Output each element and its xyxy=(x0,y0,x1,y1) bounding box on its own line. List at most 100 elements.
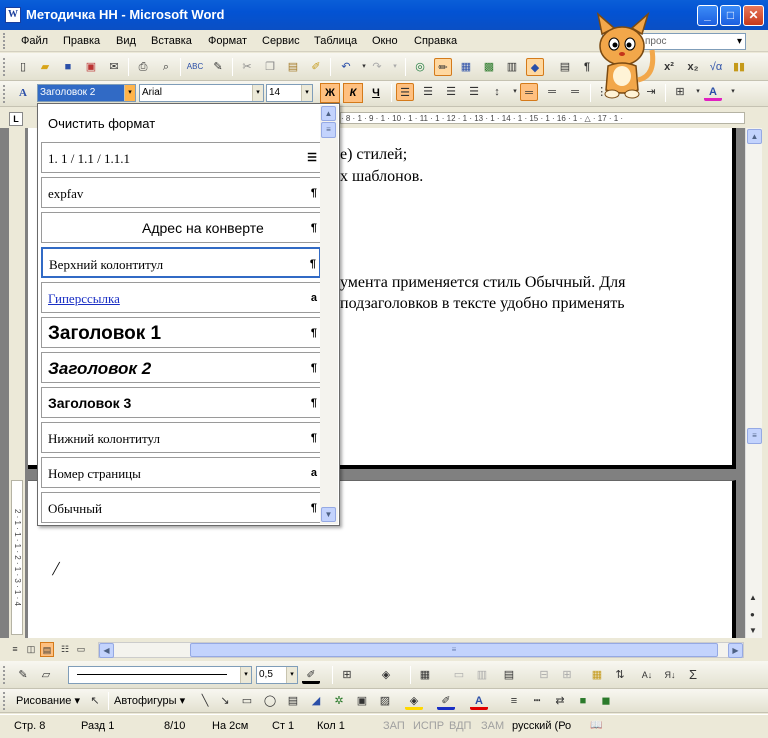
scrollbar-thumb[interactable]: ≡ xyxy=(321,122,336,138)
status-language[interactable]: русский (Ро xyxy=(512,720,571,732)
columns-icon[interactable]: ▥ xyxy=(503,58,521,76)
menu-window[interactable]: Окно xyxy=(372,35,398,47)
style-line2-icon[interactable]: ═ xyxy=(543,83,561,101)
status-track-changes[interactable]: ИСПР xyxy=(413,720,444,732)
arrow-style-icon[interactable]: ⇄ xyxy=(551,692,569,710)
picture-icon[interactable]: ▨ xyxy=(376,692,394,710)
style-item-clear-format[interactable]: Очистить формат xyxy=(41,107,321,138)
styles-formatting-icon[interactable]: A xyxy=(14,84,32,102)
insert-excel-icon[interactable]: ▩ xyxy=(480,58,498,76)
menu-edit[interactable]: Правка xyxy=(63,35,100,47)
distribute-columns-icon[interactable]: ⊞ xyxy=(558,666,576,684)
line-weight-select[interactable]: 0,5 ▾ xyxy=(256,666,298,684)
office-assistant-cat[interactable] xyxy=(582,10,662,102)
align-right-icon[interactable]: ☰ xyxy=(442,83,460,101)
style-select[interactable]: Заголовок 2 ▾ xyxy=(37,84,136,102)
vertical-ruler[interactable]: 2 · 1 · 1 · 1 · 2 · 1 · 3 · 1 · 4 xyxy=(11,480,23,635)
close-button[interactable]: ✕ xyxy=(743,5,764,26)
style-item-heading-2[interactable]: Заголовок 2 ¶ xyxy=(41,352,321,383)
paste-icon[interactable]: ▤ xyxy=(284,58,302,76)
format-painter-icon[interactable]: ✐ xyxy=(307,58,325,76)
text-box-icon[interactable]: ▤ xyxy=(284,692,302,710)
menu-grip[interactable] xyxy=(3,33,6,49)
style-item-footer[interactable]: Нижний колонтитул ¶ xyxy=(41,422,321,453)
document-map-icon[interactable]: ▤ xyxy=(556,58,574,76)
horizontal-ruler[interactable]: · 8 · 1 · 9 · 1 · 10 · 1 · 11 · 1 · 12 ·… xyxy=(340,112,745,124)
hyperlink-icon[interactable]: ◎ xyxy=(411,58,429,76)
print-layout-icon[interactable]: ▤ xyxy=(40,642,54,657)
permission-icon[interactable]: ▣ xyxy=(82,58,100,76)
style-item-page-number[interactable]: Номер страницы a xyxy=(41,457,321,488)
oval-icon[interactable]: ◯ xyxy=(261,692,279,710)
autoformat-icon[interactable]: ▦ xyxy=(588,666,606,684)
browse-object-icon[interactable]: ● xyxy=(750,610,755,619)
menu-tools[interactable]: Сервис xyxy=(262,35,300,47)
arrow-icon[interactable]: ↘ xyxy=(216,692,234,710)
chevron-down-icon[interactable]: ▾ xyxy=(301,85,312,101)
reading-view-icon[interactable]: ▭ xyxy=(74,642,88,657)
line-style-icon[interactable]: ≡ xyxy=(505,692,523,710)
font-color-icon[interactable]: A xyxy=(470,692,488,710)
italic-button[interactable]: К xyxy=(343,83,363,103)
menu-help[interactable]: Справка xyxy=(414,35,457,47)
save-icon[interactable]: ■ xyxy=(59,58,77,76)
insert-table-icon[interactable]: ▦ xyxy=(457,58,475,76)
minimize-button[interactable]: _ xyxy=(697,5,718,26)
spelling-status-icon[interactable]: 📖 xyxy=(590,720,602,731)
tables-borders-icon[interactable]: ✏ xyxy=(434,58,452,76)
scroll-up-icon[interactable]: ▲ xyxy=(321,106,336,121)
scroll-left-icon[interactable]: ◀ xyxy=(99,643,114,658)
subscript-icon[interactable]: x₂ xyxy=(684,58,702,76)
style-item-envelope-address[interactable]: Адрес на конверте ¶ xyxy=(41,212,321,243)
dropdown-scrollbar[interactable]: ▲ ≡ ▼ xyxy=(320,105,338,524)
cut-icon[interactable]: ✂ xyxy=(238,58,256,76)
tab-selector[interactable]: L xyxy=(9,112,23,126)
scrollbar-thumb[interactable]: ≡ xyxy=(747,428,762,444)
style-item-expfav[interactable]: expfav ¶ xyxy=(41,177,321,208)
wordart-icon[interactable]: ◢ xyxy=(307,692,325,710)
bold-button[interactable]: Ж xyxy=(320,83,340,103)
status-record[interactable]: ЗАП xyxy=(383,720,405,732)
menu-insert[interactable]: Вставка xyxy=(151,35,192,47)
toolbar-grip[interactable] xyxy=(3,85,6,103)
toolbar-grip[interactable] xyxy=(3,692,6,710)
split-cells-icon[interactable]: ▥ xyxy=(473,666,491,684)
undo-icon[interactable]: ↶ xyxy=(337,58,355,76)
sort-ascending-icon[interactable]: A↓ xyxy=(638,666,656,684)
style-item-header[interactable]: Верхний колонтитул ¶ xyxy=(41,247,321,278)
status-overtype[interactable]: ЗАМ xyxy=(481,720,504,732)
text-direction-icon[interactable]: ⇅ xyxy=(611,666,629,684)
clip-art-icon[interactable]: ▣ xyxy=(353,692,371,710)
style-item-hyperlink[interactable]: Гиперссылка a xyxy=(41,282,321,313)
new-document-icon[interactable]: ▯ xyxy=(14,58,32,76)
autosum-icon[interactable]: Σ xyxy=(684,666,702,684)
scroll-up-icon[interactable]: ▲ xyxy=(747,129,762,144)
style-item-heading-3[interactable]: Заголовок 3 ¶ xyxy=(41,387,321,418)
font-select[interactable]: Arial ▾ xyxy=(139,84,264,102)
chart-icon[interactable]: ▮▮ xyxy=(730,58,748,76)
font-color-icon[interactable]: A xyxy=(704,83,722,101)
menu-view[interactable]: Вид xyxy=(116,35,136,47)
normal-view-icon[interactable]: ≡ xyxy=(8,642,22,657)
drawing-menu[interactable]: Рисование ▾ xyxy=(16,694,80,707)
copy-icon[interactable]: ❐ xyxy=(261,58,279,76)
style-item-numbered-list[interactable]: 1. 1 / 1.1 / 1.1.1 ☰ xyxy=(41,142,321,173)
rectangle-icon[interactable]: ▭ xyxy=(238,692,256,710)
print-preview-icon[interactable]: ⌕ xyxy=(157,58,175,76)
spelling-icon[interactable]: ABC xyxy=(186,58,204,76)
redo-icon[interactable]: ↷ xyxy=(368,58,386,76)
vertical-scrollbar[interactable]: ▲ ≡ ▲ ● ▼ xyxy=(745,128,762,638)
line-style-select[interactable]: ▾ xyxy=(68,666,252,684)
shadow-style-icon[interactable]: ■ xyxy=(574,692,592,710)
outside-border-icon[interactable]: ⊞ xyxy=(338,666,356,684)
next-page-icon[interactable]: ▼ xyxy=(749,626,757,635)
superscript-icon[interactable]: x² xyxy=(660,58,678,76)
print-icon[interactable]: ⎙ xyxy=(134,58,152,76)
sort-descending-icon[interactable]: Я↓ xyxy=(661,666,679,684)
distribute-rows-icon[interactable]: ⊟ xyxy=(535,666,553,684)
scroll-right-icon[interactable]: ▶ xyxy=(728,643,743,658)
web-view-icon[interactable]: ◫ xyxy=(24,642,38,657)
select-objects-icon[interactable]: ↖ xyxy=(86,692,104,710)
3d-style-icon[interactable]: ◼ xyxy=(597,692,615,710)
outline-view-icon[interactable]: ☷ xyxy=(58,642,72,657)
